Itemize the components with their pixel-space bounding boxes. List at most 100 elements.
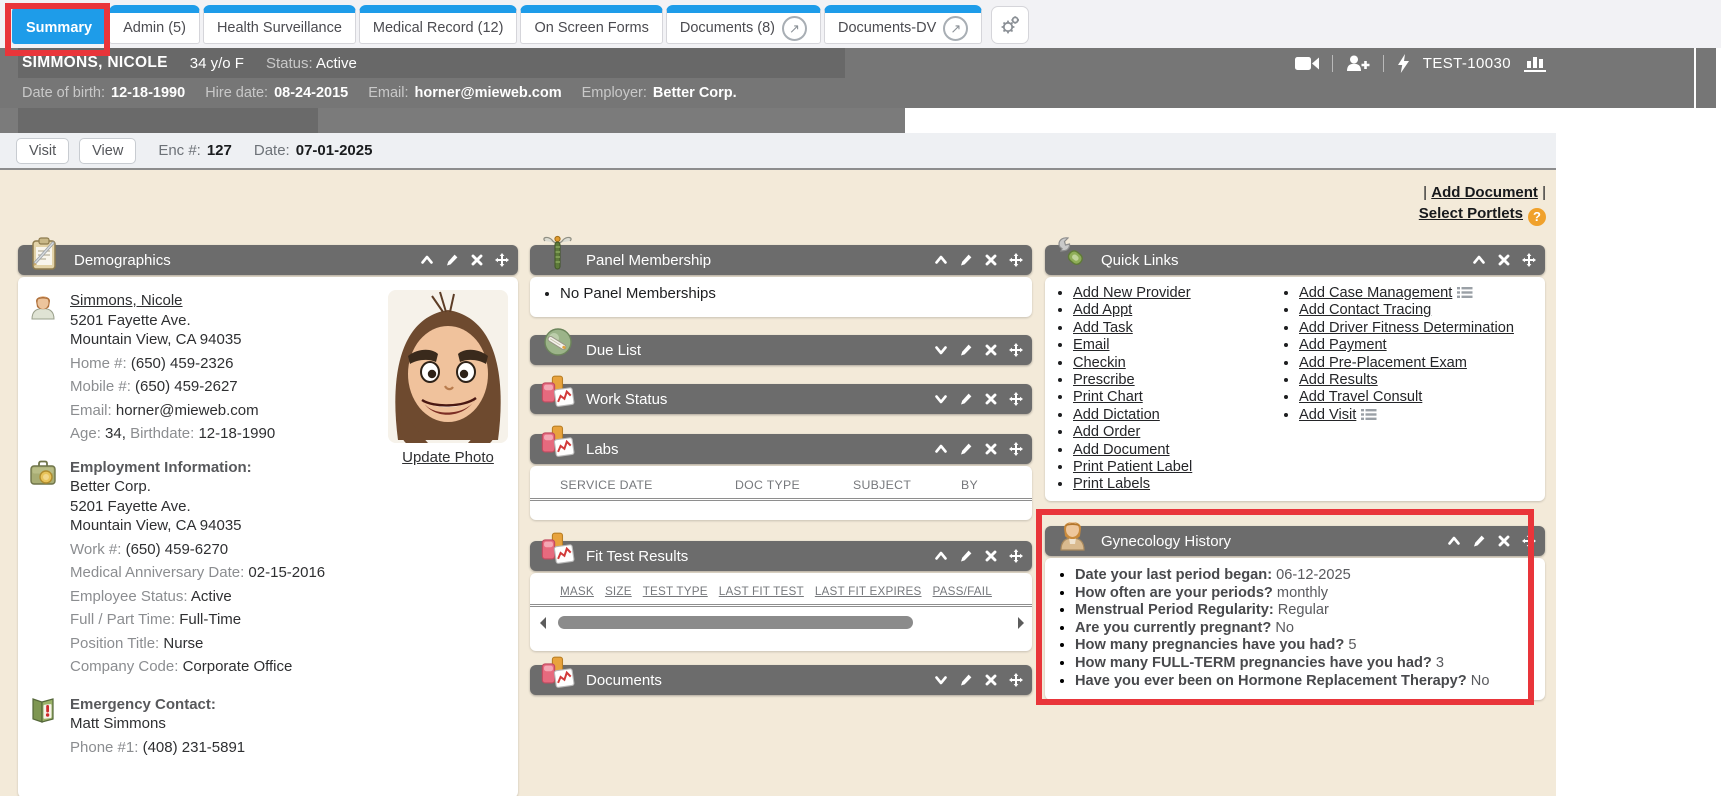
close-icon[interactable] [470,253,484,267]
edit-icon[interactable] [959,343,973,357]
expand-icon[interactable] [934,343,948,357]
add-visit-link[interactable]: Add Visit [1299,407,1356,423]
labs-col-subject: SUBJECT [853,478,961,492]
flowsheet-chart-icon[interactable] [1524,53,1546,73]
edit-icon[interactable] [445,253,459,267]
tab-medical-record[interactable]: Medical Record (12) [359,5,518,44]
add-payment-link[interactable]: Add Payment [1299,337,1387,353]
portlet-header-work-status: Work Status [530,384,1032,414]
edit-icon[interactable] [959,673,973,687]
add-task-link[interactable]: Add Task [1073,320,1133,336]
edit-icon[interactable] [959,442,973,456]
add-document-link[interactable]: Add Document [1431,184,1538,201]
print-labels-link[interactable]: Print Labels [1073,476,1150,492]
close-icon[interactable] [984,392,998,406]
email-link[interactable]: Email [1073,337,1110,353]
emergency-name: Matt Simmons [70,714,368,734]
tab-health-surveillance[interactable]: Health Surveillance [203,5,356,44]
video-camera-icon[interactable] [1295,56,1319,71]
fit-col-size[interactable]: SIZE [605,585,632,598]
visit-button[interactable]: Visit [16,138,69,164]
email-label: Email: [70,402,112,419]
move-icon[interactable] [1522,534,1536,548]
prescribe-link[interactable]: Prescribe [1073,372,1135,388]
move-icon[interactable] [1522,253,1536,267]
emergency-contact-section: Emergency Contact: Matt Simmons Phone #1… [18,695,518,758]
gyn-item: How often are your periods? monthly [1075,585,1545,603]
fit-col-last-fit-test[interactable]: LAST FIT TEST [719,585,804,598]
select-portlets-link[interactable]: Select Portlets [1419,205,1523,222]
help-icon[interactable]: ? [1528,208,1546,226]
portlet-body-panel-membership: No Panel Memberships [530,277,1032,317]
collapse-icon[interactable] [934,549,948,563]
add-driver-fitness-link[interactable]: Add Driver Fitness Determination [1299,320,1514,336]
collapse-icon[interactable] [1447,534,1461,548]
tab-on-screen-forms[interactable]: On Screen Forms [520,5,662,44]
add-document-link[interactable]: Add Document [1073,442,1170,458]
collapse-icon[interactable] [934,442,948,456]
edit-icon[interactable] [959,549,973,563]
scroll-left-arrow[interactable] [540,617,546,629]
close-icon[interactable] [984,343,998,357]
close-icon[interactable] [1497,534,1511,548]
collapse-icon[interactable] [1472,253,1486,267]
add-pre-placement-exam-link[interactable]: Add Pre-Placement Exam [1299,355,1467,371]
collapse-icon[interactable] [420,253,434,267]
patient-name-link[interactable]: Simmons, Nicole [70,292,183,309]
horizontal-scrollbar [540,616,1024,630]
expand-icon[interactable] [934,673,948,687]
move-icon[interactable] [495,253,509,267]
close-icon[interactable] [984,673,998,687]
print-chart-link[interactable]: Print Chart [1073,389,1143,405]
tab-summary[interactable]: Summary [12,5,106,44]
move-icon[interactable] [1009,253,1023,267]
age-label: Age: [70,425,101,442]
add-appt-link[interactable]: Add Appt [1073,302,1132,318]
edit-icon[interactable] [959,392,973,406]
open-in-new-icon[interactable]: ↗ [782,16,807,41]
move-icon[interactable] [1009,549,1023,563]
open-in-new-icon[interactable]: ↗ [943,16,968,41]
fit-col-last-fit-expires[interactable]: LAST FIT EXPIRES [815,585,922,598]
add-results-link[interactable]: Add Results [1299,372,1378,388]
close-icon[interactable] [984,253,998,267]
portlet-body-quick-links: Add New Provider Add Appt Add Task Email… [1045,277,1545,501]
fit-col-pass-fail[interactable]: PASS/FAIL [933,585,992,598]
tab-admin[interactable]: Admin (5) [109,5,200,44]
add-travel-consult-link[interactable]: Add Travel Consult [1299,389,1422,405]
scrollbar-thumb[interactable] [558,616,913,629]
add-contact-tracing-link[interactable]: Add Contact Tracing [1299,302,1431,318]
move-icon[interactable] [1009,442,1023,456]
add-case-management-link[interactable]: Add Case Management [1299,285,1452,301]
close-icon[interactable] [984,442,998,456]
tab-settings-button[interactable] [991,6,1029,44]
close-icon[interactable] [1497,253,1511,267]
print-patient-label-link[interactable]: Print Patient Label [1073,459,1192,475]
scroll-right-arrow[interactable] [1018,617,1024,629]
list-icon[interactable] [1457,286,1473,299]
move-icon[interactable] [1009,392,1023,406]
list-icon[interactable] [1361,408,1377,421]
tab-documents[interactable]: Documents (8)↗ [666,5,821,44]
update-photo-link[interactable]: Update Photo [402,449,494,466]
add-order-link[interactable]: Add Order [1073,424,1140,440]
add-person-icon[interactable] [1346,55,1370,72]
view-button[interactable]: View [79,138,136,164]
move-icon[interactable] [1009,343,1023,357]
fit-col-test-type[interactable]: TEST TYPE [643,585,708,598]
close-icon[interactable] [984,549,998,563]
collapse-icon[interactable] [934,253,948,267]
add-dictation-link[interactable]: Add Dictation [1073,407,1160,423]
tab-documents-dv[interactable]: Documents-DV↗ [824,5,982,44]
edit-icon[interactable] [959,253,973,267]
tab-medical-record-label: Medical Record (12) [373,20,504,36]
lightning-bolt-icon[interactable] [1397,54,1410,73]
expand-icon[interactable] [934,392,948,406]
add-new-provider-link[interactable]: Add New Provider [1073,285,1191,301]
move-icon[interactable] [1009,673,1023,687]
home-phone-label: Home #: [70,355,127,372]
edit-icon[interactable] [1472,534,1486,548]
checkin-link[interactable]: Checkin [1073,355,1126,371]
portlet-title: Due List [586,342,641,359]
fit-col-mask[interactable]: MASK [560,585,594,598]
